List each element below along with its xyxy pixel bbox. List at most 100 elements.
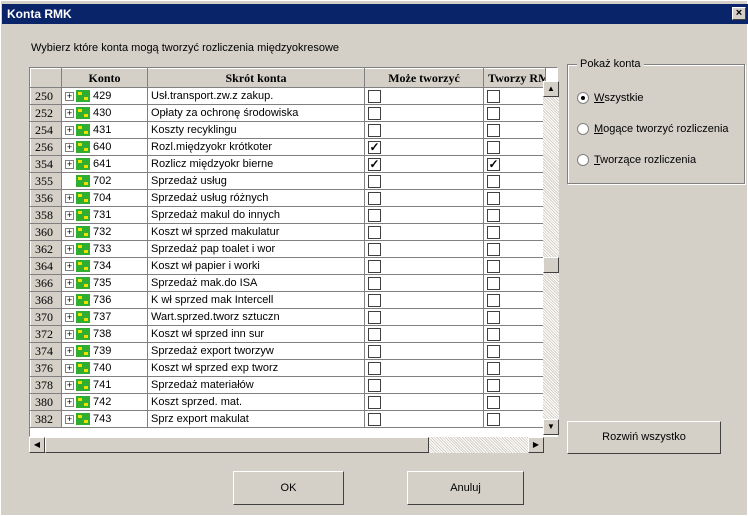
radio-can-create-indicator[interactable]	[577, 123, 589, 135]
tworzy-rm-checkbox[interactable]	[487, 140, 500, 154]
tworzy-rm-checkbox[interactable]	[487, 361, 500, 375]
moze-tworzyc-checkbox[interactable]: ✓	[368, 157, 381, 171]
cancel-button[interactable]: Anuluj	[407, 471, 524, 505]
table-row[interactable]: 376 +740 Koszt wł sprzed exp tworz	[30, 359, 546, 377]
row-number[interactable]: 378	[30, 376, 62, 394]
table-row[interactable]: 250 +429 Usł.transport.zw.z zakup.	[30, 87, 546, 105]
radio-all[interactable]: Wszystkie	[577, 92, 644, 104]
expand-plus-icon[interactable]: +	[65, 397, 74, 407]
tworzy-rm-checkbox[interactable]	[487, 191, 500, 205]
table-row[interactable]: 358 +731 Sprzedaż makul do innych	[30, 206, 546, 224]
moze-tworzyc-checkbox[interactable]	[368, 89, 381, 103]
row-number[interactable]: 382	[30, 410, 62, 428]
skrot-cell[interactable]: Opłaty za ochronę środowiska	[147, 104, 365, 122]
row-number[interactable]: 370	[30, 308, 62, 326]
row-number[interactable]: 356	[30, 189, 62, 207]
konto-cell[interactable]: +743	[61, 410, 148, 428]
skrot-cell[interactable]: Koszt wł sprzed exp tworz	[147, 359, 365, 377]
table-row[interactable]: 362 +733 Sprzedaż pap toalet i wor	[30, 240, 546, 258]
moze-tworzyc-checkbox[interactable]	[368, 208, 381, 222]
moze-tworzyc-checkbox[interactable]	[368, 106, 381, 120]
expand-plus-icon[interactable]: +	[65, 193, 74, 203]
table-row[interactable]: 374 +739 Sprzedaż export tworzyw	[30, 342, 546, 360]
row-number[interactable]: 362	[30, 240, 62, 258]
moze-tworzyc-checkbox[interactable]: ✓	[368, 140, 381, 154]
expand-plus-icon[interactable]: +	[65, 261, 74, 271]
moze-tworzyc-checkbox[interactable]	[368, 123, 381, 137]
expand-plus-icon[interactable]: +	[65, 380, 74, 390]
skrot-cell[interactable]: Wart.sprzed.tworz sztuczn	[147, 308, 365, 326]
vertical-scrollbar[interactable]: ▲ ▼	[543, 81, 559, 435]
table-row[interactable]: 256 +640 Rozl.międzyokr krótkoter ✓	[30, 138, 546, 156]
skrot-cell[interactable]: Koszty recyklingu	[147, 121, 365, 139]
skrot-cell[interactable]: Sprzedaż makul do innych	[147, 206, 365, 224]
skrot-cell[interactable]: Sprzedaż usług	[147, 172, 365, 190]
skrot-cell[interactable]: Koszt wł sprzed inn sur	[147, 325, 365, 343]
konto-cell[interactable]: +734	[61, 257, 148, 275]
tworzy-rm-checkbox[interactable]	[487, 89, 500, 103]
table-row[interactable]: 354 +641 Rozlicz międzyokr bierne ✓ ✓	[30, 155, 546, 173]
moze-tworzyc-checkbox[interactable]	[368, 276, 381, 290]
expand-plus-icon[interactable]: +	[65, 278, 74, 288]
skrot-cell[interactable]: Sprzedaż export tworzyw	[147, 342, 365, 360]
tworzy-rm-checkbox[interactable]	[487, 208, 500, 222]
col-header-rownum[interactable]	[30, 68, 62, 88]
row-number[interactable]: 376	[30, 359, 62, 377]
expand-plus-icon[interactable]: +	[65, 329, 74, 339]
close-button[interactable]: ×	[732, 7, 746, 20]
col-header-skrot[interactable]: Skrót konta	[147, 68, 365, 88]
moze-tworzyc-checkbox[interactable]	[368, 344, 381, 358]
moze-tworzyc-checkbox[interactable]	[368, 174, 381, 188]
expand-plus-icon[interactable]: +	[65, 312, 74, 322]
expand-plus-icon[interactable]: +	[65, 414, 74, 424]
tworzy-rm-checkbox[interactable]	[487, 412, 500, 426]
tworzy-rm-checkbox[interactable]	[487, 123, 500, 137]
table-row[interactable]: 368 +736 K wł sprzed mak Intercell	[30, 291, 546, 309]
skrot-cell[interactable]: Usł.transport.zw.z zakup.	[147, 87, 365, 105]
tworzy-rm-checkbox[interactable]	[487, 174, 500, 188]
row-number[interactable]: 366	[30, 274, 62, 292]
tworzy-rm-checkbox[interactable]	[487, 344, 500, 358]
expand-plus-icon[interactable]: +	[65, 363, 74, 373]
row-number[interactable]: 250	[30, 87, 62, 105]
tworzy-rm-checkbox[interactable]	[487, 395, 500, 409]
konto-cell[interactable]: +641	[61, 155, 148, 173]
konto-cell[interactable]: +736	[61, 291, 148, 309]
moze-tworzyc-checkbox[interactable]	[368, 191, 381, 205]
konto-cell[interactable]: +735	[61, 274, 148, 292]
col-header-konto[interactable]: Konto	[61, 68, 148, 88]
row-number[interactable]: 360	[30, 223, 62, 241]
col-header-moze[interactable]: Może tworzyć	[364, 68, 484, 88]
moze-tworzyc-checkbox[interactable]	[368, 259, 381, 273]
row-number[interactable]: 354	[30, 155, 62, 173]
row-number[interactable]: 380	[30, 393, 62, 411]
konto-cell[interactable]: +640	[61, 138, 148, 156]
konto-cell[interactable]: +430	[61, 104, 148, 122]
vertical-scroll-thumb[interactable]	[543, 257, 559, 273]
tworzy-rm-checkbox[interactable]	[487, 106, 500, 120]
expand-plus-icon[interactable]: +	[65, 91, 74, 101]
moze-tworzyc-checkbox[interactable]	[368, 361, 381, 375]
radio-creating-indicator[interactable]	[577, 154, 589, 166]
tworzy-rm-checkbox[interactable]	[487, 259, 500, 273]
tworzy-rm-checkbox[interactable]	[487, 327, 500, 341]
skrot-cell[interactable]: Koszt sprzed. mat.	[147, 393, 365, 411]
table-row[interactable]: 252 +430 Opłaty za ochronę środowiska	[30, 104, 546, 122]
expand-plus-icon[interactable]: +	[65, 125, 74, 135]
row-number[interactable]: 254	[30, 121, 62, 139]
moze-tworzyc-checkbox[interactable]	[368, 293, 381, 307]
konto-cell[interactable]: +733	[61, 240, 148, 258]
tworzy-rm-checkbox[interactable]	[487, 378, 500, 392]
konto-cell[interactable]: +739	[61, 342, 148, 360]
skrot-cell[interactable]: Sprzedaż pap toalet i wor	[147, 240, 365, 258]
moze-tworzyc-checkbox[interactable]	[368, 242, 381, 256]
skrot-cell[interactable]: Koszt wł sprzed makulatur	[147, 223, 365, 241]
skrot-cell[interactable]: Sprzedaż usług różnych	[147, 189, 365, 207]
radio-creating[interactable]: Tworzące rozliczenia	[577, 154, 696, 166]
konto-cell[interactable]: 702	[61, 172, 148, 190]
tworzy-rm-checkbox[interactable]	[487, 276, 500, 290]
row-number[interactable]: 368	[30, 291, 62, 309]
expand-plus-icon[interactable]: +	[65, 227, 74, 237]
row-number[interactable]: 252	[30, 104, 62, 122]
table-row[interactable]: 382 +743 Sprz export makulat	[30, 410, 546, 428]
